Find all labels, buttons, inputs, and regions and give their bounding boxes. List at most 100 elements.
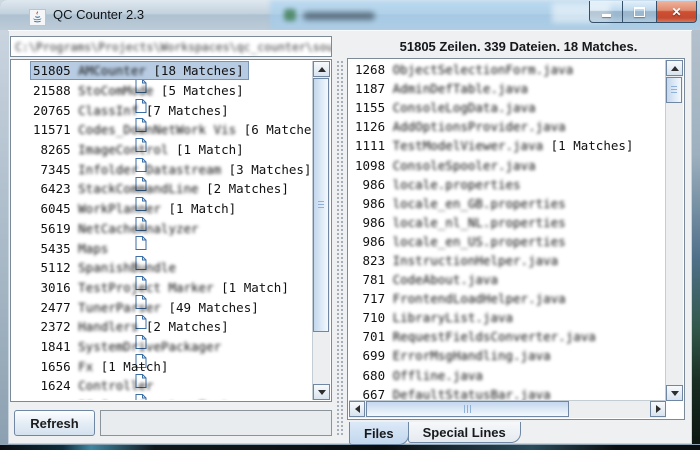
line-count: 11571 <box>33 122 71 137</box>
file-name: AdminDefTable.java <box>393 81 528 96</box>
right-vertical-scrollbar[interactable] <box>665 60 683 401</box>
file-name: NetCacheAnalyzer <box>78 221 198 236</box>
detail-list-item[interactable]: 701RequestFieldsConverter.java <box>349 327 666 346</box>
file-name: TestProject Marker <box>78 280 213 295</box>
line-count: 5619 <box>33 221 71 236</box>
left-vertical-scrollbar[interactable] <box>312 61 330 400</box>
detail-list-item[interactable]: 680Offline.java <box>349 366 666 385</box>
app-window: QC Counter 2.3 ✕ C:\Programs\Projects\Wo… <box>0 0 700 450</box>
file-icon <box>15 84 27 98</box>
client-area: C:\Programs\Projects\Workspaces\qc_count… <box>8 30 692 444</box>
scroll-left-button[interactable] <box>349 401 365 417</box>
line-count: 986 <box>355 234 385 249</box>
file-list-item[interactable]: 1624Controller <box>12 376 313 396</box>
line-count: 7345 <box>33 162 71 177</box>
detail-list-item[interactable]: 1187AdminDefTable.java <box>349 79 666 98</box>
match-count: [1 Match] <box>176 142 244 157</box>
file-name: SpanishBundle <box>78 260 176 275</box>
path-input[interactable]: C:\Programs\Projects\Workspaces\qc_count… <box>10 36 332 57</box>
file-list-item[interactable]: 51805AMCounter[18 Matches] <box>12 61 313 81</box>
file-list-item[interactable]: 2372Handlers[2 Matches] <box>12 317 313 337</box>
scroll-down-button[interactable] <box>666 385 683 401</box>
close-button[interactable]: ✕ <box>657 1 697 23</box>
file-list-item[interactable]: 6045WorkPlanner[1 Match] <box>12 199 313 219</box>
bottom-tab[interactable]: Special Lines <box>408 422 521 443</box>
file-name: Infolder Datastream <box>78 162 221 177</box>
line-count: 717 <box>355 291 385 306</box>
file-cell: 6045WorkPlanner[1 Match] <box>30 199 241 218</box>
detail-list-item[interactable]: 699ErrorMsgHandling.java <box>349 346 666 365</box>
match-count: [6 Matches] <box>244 122 313 137</box>
minimize-button[interactable] <box>589 1 623 23</box>
scroll-up-button[interactable] <box>666 60 683 76</box>
file-name: locale_en_US.properties <box>393 234 566 249</box>
right-horizontal-scrollbar[interactable] <box>349 400 666 418</box>
detail-list-item[interactable]: 1155ConsoleLogData.java <box>349 98 666 117</box>
vertical-scrollbar-thumb[interactable] <box>666 77 682 103</box>
scroll-up-button[interactable] <box>313 61 330 77</box>
file-icon <box>15 399 27 400</box>
detail-list-item[interactable]: 717 FrontendLoadHelper.java <box>349 289 666 308</box>
vertical-scrollbar-thumb[interactable] <box>313 78 329 332</box>
detail-list-item[interactable]: 1111TestModelViewer.java[1 Matches] <box>349 136 666 155</box>
file-icon <box>15 280 27 294</box>
file-name: Maps <box>78 241 108 256</box>
file-list-item[interactable]: 7345Infolder Datastream[3 Matches] <box>12 159 313 179</box>
scroll-right-button[interactable] <box>650 401 666 417</box>
line-count: 1126 <box>355 119 385 134</box>
detail-list-item[interactable]: 1098ConsoleSpooler.java <box>349 155 666 174</box>
maximize-button[interactable] <box>623 1 657 23</box>
refresh-label: Refresh <box>30 416 78 431</box>
detail-list-item[interactable]: 667DefaultStatusBar.java <box>349 385 666 401</box>
file-name: Handlers <box>78 319 138 334</box>
file-cell: 1577QC Java Counter Test[1 Match] <box>30 396 309 400</box>
file-icon <box>15 359 27 373</box>
detail-list-item[interactable]: 781CodeAbout.java <box>349 270 666 289</box>
file-list-item[interactable]: 11571Codes_DownNetWork Vis[6 Matches] <box>12 120 313 140</box>
file-icon <box>15 300 27 314</box>
match-count: [2 Matches] <box>206 181 289 196</box>
file-list-item[interactable]: 8265ImageControl[1 Match] <box>12 140 313 160</box>
file-name: DefaultStatusBar.java <box>393 387 551 401</box>
file-list-item[interactable]: 5435Maps <box>12 238 313 258</box>
detail-list-item[interactable]: 710LibraryList.java <box>349 308 666 327</box>
file-name: QC Java Counter Test <box>78 398 229 400</box>
detail-list-item[interactable]: 1126AddOptionsProvider.java <box>349 117 666 136</box>
file-list-item[interactable]: 20765ClassInf[7 Matches] <box>12 100 313 120</box>
detail-list: 1268ObjectSelectionForm.java1187AdminDef… <box>347 58 685 420</box>
file-list-item[interactable]: 3016TestProject Marker[1 Match] <box>12 278 313 298</box>
file-list-item[interactable]: 6423StackCommandLine[2 Matches] <box>12 179 313 199</box>
file-list-item[interactable]: 1577QC Java Counter Test[1 Match] <box>12 396 313 400</box>
detail-list-item[interactable]: 823InstructionHelper.java <box>349 251 666 270</box>
horizontal-scrollbar-thumb[interactable] <box>366 401 569 417</box>
status-bar <box>100 410 332 436</box>
close-icon: ✕ <box>671 6 681 18</box>
line-count: 986 <box>355 215 385 230</box>
file-name: Fx <box>78 359 93 374</box>
file-icon <box>15 379 27 393</box>
split-pane-divider[interactable] <box>335 59 344 437</box>
detail-list-item[interactable]: 986locale_en_GB.properties <box>349 194 666 213</box>
file-cell: 21588StoComMode[5 Matches] <box>30 81 249 100</box>
detail-list-item[interactable]: 986 locale_en_US.properties <box>349 232 666 251</box>
file-list-item[interactable]: 2477TunerParser[49 Matches] <box>12 297 313 317</box>
refresh-button[interactable]: Refresh <box>14 410 95 436</box>
file-name: FrontendLoadHelper.java <box>393 291 566 306</box>
detail-list-item[interactable]: 1268ObjectSelectionForm.java <box>349 60 666 79</box>
minimize-icon <box>602 14 611 17</box>
titlebar[interactable]: QC Counter 2.3 ✕ <box>0 0 700 30</box>
file-list-item[interactable]: 5619 NetCacheAnalyzer <box>12 219 313 239</box>
file-list-item[interactable]: 1841SystemDrivePackager <box>12 337 313 357</box>
bottom-tab[interactable]: Files <box>349 422 409 445</box>
file-list-item[interactable]: 5112SpanishBundle <box>12 258 313 278</box>
detail-list-item[interactable]: 986locale.properties <box>349 175 666 194</box>
file-list-item[interactable]: 21588StoComMode[5 Matches] <box>12 81 313 101</box>
scroll-down-button[interactable] <box>313 384 330 400</box>
file-name: ConsoleSpooler.java <box>393 158 536 173</box>
file-name: Offline.java <box>393 368 483 383</box>
arrow-up-icon <box>318 67 326 72</box>
file-list-item[interactable]: 1656Fx[1 Match] <box>12 356 313 376</box>
detail-list-item[interactable]: 986locale_nl_NL.properties <box>349 213 666 232</box>
file-name: StackCommandLine <box>78 181 198 196</box>
file-name: TunerParser <box>78 300 161 315</box>
